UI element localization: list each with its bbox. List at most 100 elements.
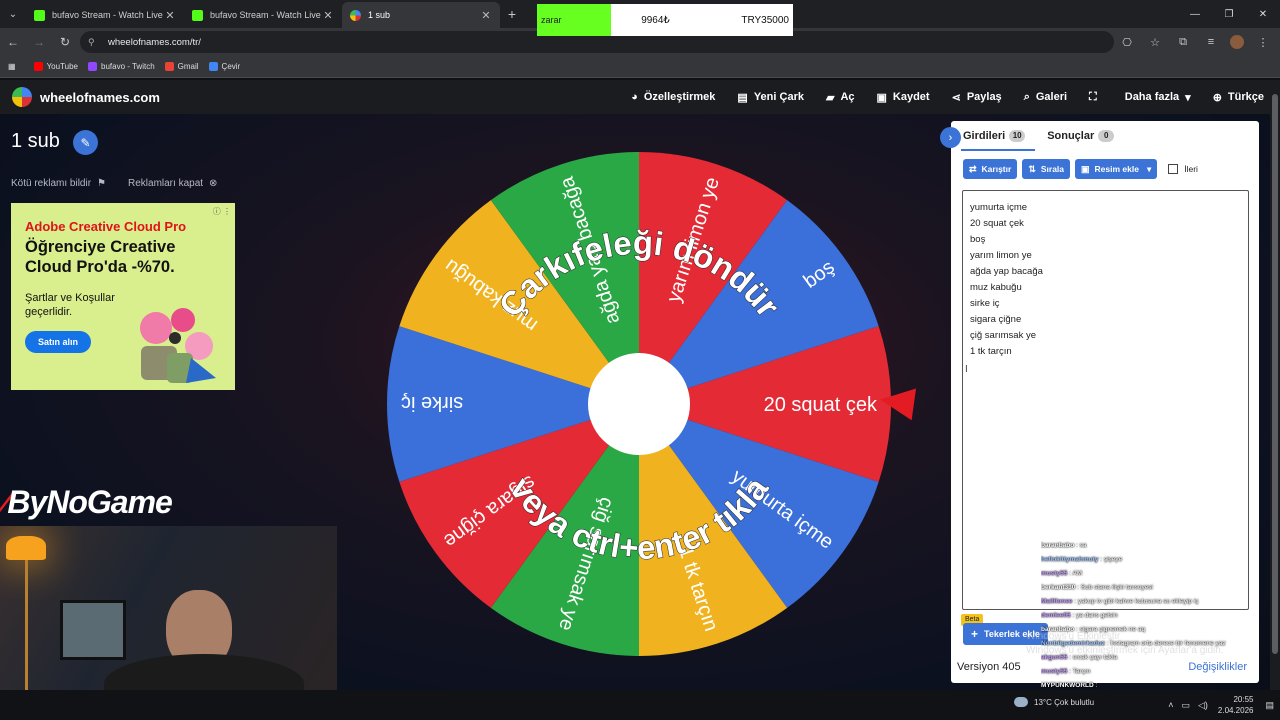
edit-title-button[interactable]: ✎ bbox=[73, 130, 98, 155]
nav-item-fullscreen[interactable]: ⛶ bbox=[1089, 91, 1103, 104]
extensions-icon[interactable]: ⧉ bbox=[1174, 36, 1192, 49]
checkbox-box[interactable] bbox=[1168, 164, 1179, 174]
nav-item-türkçe[interactable]: ⊕ Türkçe bbox=[1213, 91, 1264, 104]
nav-item-yeni-çark[interactable]: ▤ Yeni Çark bbox=[737, 91, 804, 104]
media-icon[interactable]: ≡ bbox=[1202, 36, 1220, 48]
close-circle-icon[interactable]: ⊗ bbox=[209, 178, 217, 189]
nav-item-daha-fazla[interactable]: Daha fazla ▾ bbox=[1125, 91, 1191, 104]
bookmark-translate[interactable]: Çevir bbox=[208, 62, 240, 71]
site-brand[interactable]: wheelofnames.com bbox=[40, 90, 160, 105]
kick-favicon-icon bbox=[34, 9, 45, 21]
plus-icon: + bbox=[971, 627, 979, 641]
chat-message: akgun55 : sıcak çayı takla bbox=[1041, 651, 1273, 665]
entry-line[interactable]: yarım limon ye bbox=[970, 248, 1241, 264]
bookmark-youtube[interactable]: YouTube bbox=[33, 62, 78, 71]
flag-icon[interactable]: ⚑ bbox=[97, 178, 106, 189]
browser-tab-2[interactable]: bufavo Stream - Watch Live on ✕ bbox=[184, 2, 342, 28]
wheel-of-names[interactable]: 20 squat çekyumurta içme1 tk tarçınçiğ s… bbox=[384, 149, 894, 659]
clock[interactable]: 20:55 2.04.2026 bbox=[1218, 694, 1254, 716]
nav-item-label: Yeni Çark bbox=[753, 91, 804, 103]
youtube-icon bbox=[33, 62, 43, 71]
entry-line[interactable]: yumurta içme bbox=[970, 200, 1241, 216]
bookmark-star-icon[interactable]: ☆ bbox=[1146, 36, 1164, 49]
entry-line[interactable]: sigara çiğne bbox=[970, 312, 1241, 328]
twitch-icon bbox=[88, 62, 97, 71]
nav-item-kaydet[interactable]: ▣ Kaydet bbox=[877, 91, 930, 104]
nav-item-galeri[interactable]: ⌕ Galeri bbox=[1024, 91, 1067, 104]
nav-item-label: Kaydet bbox=[892, 91, 930, 103]
restore-icon[interactable]: ❐ bbox=[1212, 0, 1246, 28]
system-tray: ˄ ▭ ◁) 20:55 2.04.2026 ▤ bbox=[1160, 690, 1274, 720]
streamer-body bbox=[104, 654, 304, 692]
apps-grid-icon[interactable]: ▦ bbox=[8, 62, 16, 71]
entry-line[interactable]: boş bbox=[970, 232, 1241, 248]
report-ad-link[interactable]: Kötü reklamı bildir bbox=[11, 178, 91, 189]
tab-title: bufavo Stream - Watch Live on bbox=[52, 10, 164, 20]
profile-avatar[interactable] bbox=[1230, 35, 1244, 49]
text-cursor-icon: I bbox=[965, 364, 968, 375]
nav-item-aç[interactable]: ▰ Aç bbox=[826, 91, 855, 104]
tab-search-chevron-icon[interactable]: ⌄ bbox=[0, 0, 26, 28]
close-tab-icon[interactable]: ✕ bbox=[480, 9, 492, 22]
stream-sponsor-watermark: ∕ByNoGame bbox=[3, 484, 173, 521]
back-arrow-icon[interactable]: ← bbox=[0, 28, 26, 56]
nav-item-özelleştirmek[interactable]: ◕ Özelleştirmek bbox=[631, 91, 715, 103]
reload-icon[interactable]: ↻ bbox=[52, 28, 78, 56]
search-icon: ⌕ bbox=[1023, 90, 1030, 103]
minimize-icon[interactable]: — bbox=[1178, 0, 1212, 28]
wheel-center-hub[interactable] bbox=[588, 353, 690, 455]
close-window-icon[interactable]: ✕ bbox=[1246, 0, 1280, 28]
wheel-logo-icon[interactable] bbox=[12, 87, 32, 107]
chat-text: ya dans gelsin bbox=[1076, 612, 1118, 619]
ad-links: Kötü reklamı bildir ⚑ Reklamları kapat ⊗ bbox=[11, 178, 223, 189]
translate-icon[interactable]: ⎔ bbox=[1118, 36, 1136, 49]
wheel-segment-label: sirke iç bbox=[401, 392, 463, 414]
close-tab-icon[interactable]: ✕ bbox=[164, 9, 176, 22]
tab-results[interactable]: Sonuçlar 0 bbox=[1047, 130, 1115, 142]
entry-line[interactable]: sirke iç bbox=[970, 296, 1241, 312]
nav-item-paylaş[interactable]: ⋖ Paylaş bbox=[952, 91, 1002, 104]
nav-item-label: Galeri bbox=[1035, 91, 1068, 103]
entry-line[interactable]: 1 tk tarçın bbox=[970, 344, 1241, 360]
network-icon[interactable]: ▭ bbox=[1181, 700, 1190, 711]
shuffle-button[interactable]: ⇄ Karıştır bbox=[963, 159, 1018, 179]
volume-icon[interactable]: ◁) bbox=[1198, 700, 1208, 711]
sort-button[interactable]: ⇅ Sırala bbox=[1022, 159, 1071, 179]
new-tab-button[interactable]: + bbox=[500, 6, 524, 22]
site-nav: ◕ Özelleştirmek ▤ Yeni Çark ▰ Aç ▣ Kaydet ⋖ Payla… bbox=[609, 80, 1264, 114]
close-ads-link[interactable]: Reklamları kapat bbox=[128, 178, 203, 189]
forward-arrow-icon[interactable]: → bbox=[26, 28, 52, 56]
overlay-amount: 9964₺ bbox=[641, 14, 670, 26]
notification-icon[interactable]: ▤ bbox=[1265, 700, 1274, 711]
chat-username: musty55 bbox=[1041, 570, 1068, 577]
shuffle-icon: ⇄ bbox=[969, 163, 977, 174]
chevron-up-icon[interactable]: ˄ bbox=[1168, 700, 1173, 710]
entry-line[interactable]: ağda yap bacağa bbox=[970, 264, 1241, 280]
site-info-icon[interactable]: ⚲ bbox=[88, 37, 102, 48]
collapse-panel-button[interactable]: › bbox=[940, 127, 961, 148]
entries-count-badge: 10 bbox=[1009, 130, 1026, 142]
wheel-title: 1 sub bbox=[11, 130, 60, 152]
advanced-checkbox[interactable]: İleri bbox=[1168, 164, 1198, 174]
add-image-button[interactable]: ▣ Resim ekle ▾ bbox=[1075, 159, 1158, 179]
weather-widget[interactable]: 13°C Çok bulutlu bbox=[1014, 697, 1094, 707]
advertisement[interactable]: ⓘ ⋮ Adobe Creative Cloud Pro Öğrenciye C… bbox=[11, 203, 235, 390]
browser-tab-3-active[interactable]: 1 sub ✕ bbox=[342, 2, 500, 28]
bookmark-twitch[interactable]: bufavo - Twitch bbox=[88, 62, 155, 71]
chat-message: demlee05 : ya dans gelsin bbox=[1041, 609, 1273, 623]
chat-text: sıcak çayı takla bbox=[1072, 654, 1118, 661]
entry-line[interactable]: 20 squat çek bbox=[970, 216, 1241, 232]
entry-line[interactable]: muz kabuğu bbox=[970, 280, 1241, 296]
entry-line[interactable]: çiğ sarımsak ye bbox=[970, 328, 1241, 344]
browser-tab-1[interactable]: bufavo Stream - Watch Live on ✕ bbox=[26, 2, 184, 28]
wheel-segment-label: 20 squat çek bbox=[764, 394, 878, 416]
tab-entries[interactable]: Girdileri 10 bbox=[963, 130, 1026, 142]
menu-kebab-icon[interactable]: ⋮ bbox=[1254, 36, 1272, 49]
ad-info-icon[interactable]: ⓘ ⋮ bbox=[213, 206, 231, 217]
ad-buy-button[interactable]: Satın alın bbox=[25, 331, 91, 353]
globe-icon: ⊕ bbox=[1212, 91, 1222, 104]
bookmarks-bar: ▦ YouTube bufavo - Twitch Gmail Çevir bbox=[0, 56, 1280, 78]
close-tab-icon[interactable]: ✕ bbox=[322, 9, 334, 22]
toolbar-actions: ⎔ ☆ ⧉ ≡ ⋮ bbox=[1118, 28, 1272, 56]
bookmark-gmail[interactable]: Gmail bbox=[164, 62, 199, 71]
